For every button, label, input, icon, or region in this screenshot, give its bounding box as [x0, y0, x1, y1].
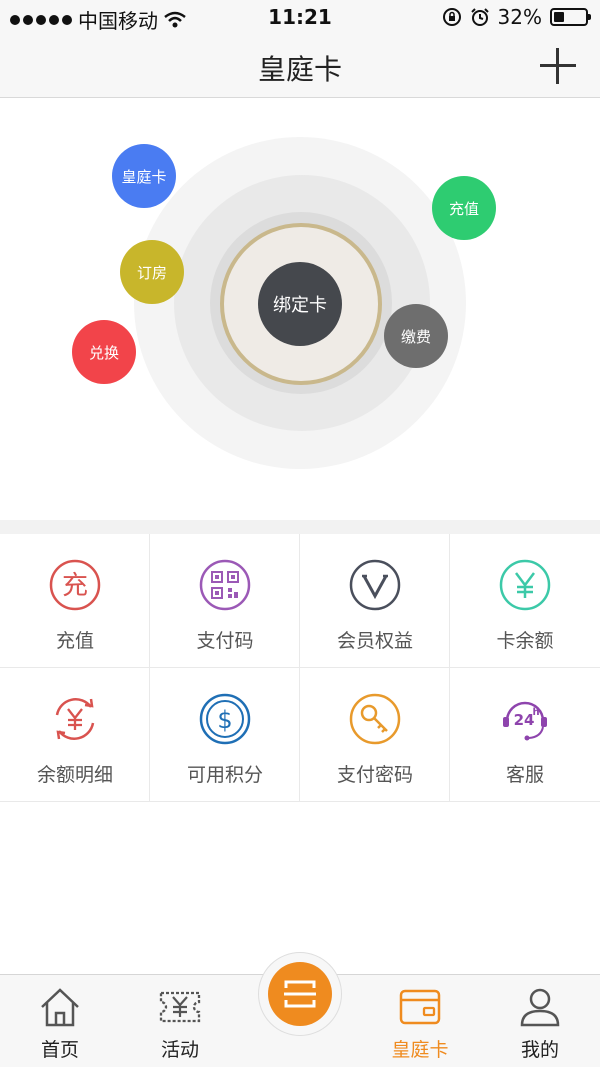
- bubble-recharge[interactable]: 充值: [432, 176, 496, 240]
- section-divider: [0, 520, 600, 534]
- vip-icon: [349, 559, 401, 611]
- bubble-exchange[interactable]: 兑换: [72, 320, 136, 384]
- tab-label: 皇庭卡: [391, 1039, 449, 1061]
- ticket-icon: [159, 991, 201, 1023]
- grid-item-pay-password[interactable]: 支付密码: [300, 668, 450, 802]
- scan-icon: [284, 980, 316, 1008]
- tab-label: 活动: [160, 1039, 199, 1061]
- grid-item-points[interactable]: $ 可用积分: [150, 668, 300, 802]
- yen-icon: [499, 559, 551, 611]
- bubble-royal-card[interactable]: 皇庭卡: [112, 144, 176, 208]
- battery-percent: 32%: [497, 5, 542, 29]
- grid-label: 支付码: [196, 630, 254, 652]
- svg-text:充: 充: [62, 571, 88, 601]
- status-bar: 中国移动 11:21 32%: [0, 0, 600, 34]
- battery-icon: [550, 8, 591, 26]
- grid-label: 充值: [55, 630, 94, 652]
- grid-item-member-benefits[interactable]: 会员权益: [300, 534, 450, 668]
- function-grid: 充 充值 支付码 会员权益 卡余额 余额明细 $ 可用积分 支付密码 24 h …: [0, 534, 600, 802]
- key-icon: [349, 693, 401, 745]
- alarm-icon: [470, 8, 489, 26]
- recharge-icon: 充: [49, 559, 101, 611]
- grid-label: 余额明细: [36, 764, 113, 786]
- qr-code-icon: [199, 559, 251, 611]
- support-24h-icon: 24 h: [503, 701, 547, 741]
- grid-item-pay-code[interactable]: 支付码: [150, 534, 300, 668]
- status-right: 32%: [442, 5, 591, 29]
- grid-item-customer-service[interactable]: 24 h 客服: [450, 668, 600, 802]
- rotation-lock-icon: [442, 8, 461, 26]
- page-title: 皇庭卡: [257, 53, 342, 86]
- grid-item-balance-detail[interactable]: 余额明细: [0, 668, 150, 802]
- tab-royal-card[interactable]: 皇庭卡: [360, 975, 480, 1067]
- balance-detail-icon: [55, 698, 95, 740]
- card-wallet-icon: [399, 989, 441, 1025]
- bind-card-button[interactable]: 绑定卡: [258, 262, 342, 346]
- tab-me[interactable]: 我的: [480, 975, 600, 1067]
- svg-text:h: h: [532, 707, 539, 718]
- tab-label: 我的: [520, 1039, 559, 1061]
- bubble-pay-bill[interactable]: 缴费: [384, 304, 448, 368]
- grid-label: 卡余额: [496, 630, 554, 652]
- tab-home[interactable]: 首页: [0, 975, 120, 1067]
- add-button[interactable]: [538, 46, 578, 86]
- grid-label: 支付密码: [336, 764, 413, 786]
- nav-bar: 皇庭卡: [0, 34, 600, 98]
- grid-item-card-balance[interactable]: 卡余额: [450, 534, 600, 668]
- tab-label: 首页: [40, 1039, 79, 1061]
- tab-activities[interactable]: 活动: [120, 975, 240, 1067]
- user-icon: [520, 988, 560, 1027]
- home-icon: [41, 988, 79, 1027]
- grid-item-recharge[interactable]: 充 充值: [0, 534, 150, 668]
- dollar-icon: $: [199, 693, 251, 745]
- card-hero: 绑定卡 皇庭卡 充值 订房 缴费 兑换: [0, 99, 600, 520]
- scan-button[interactable]: [268, 962, 332, 1026]
- svg-text:$: $: [217, 706, 232, 734]
- bubble-book-room[interactable]: 订房: [120, 240, 184, 304]
- svg-text:24: 24: [514, 711, 535, 729]
- grid-label: 可用积分: [186, 764, 263, 786]
- grid-label: 客服: [505, 764, 544, 786]
- battery-fill: [554, 12, 564, 22]
- grid-label: 会员权益: [336, 630, 413, 652]
